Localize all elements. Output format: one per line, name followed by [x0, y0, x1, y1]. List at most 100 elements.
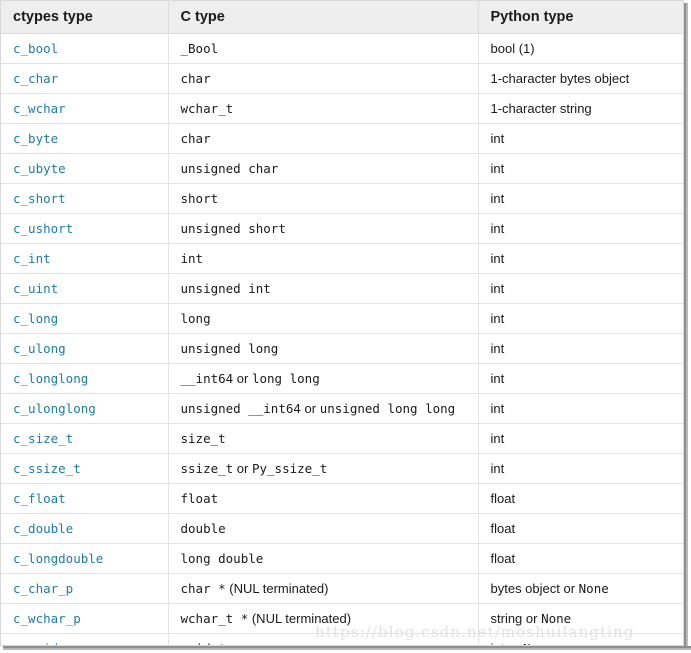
c-type-code-0: short: [180, 191, 219, 206]
table-row: c_double double float: [1, 513, 683, 544]
table-row: c_ulonglong unsigned __int64 or unsigned …: [1, 393, 683, 424]
cell-ctypes-type: c_wchar_p: [1, 603, 169, 634]
ctypes-type-link[interactable]: c_char_p: [13, 581, 73, 596]
ctypes-type-link[interactable]: c_ushort: [13, 221, 73, 236]
python-type-text-0: int: [490, 251, 505, 266]
ctypes-type-link[interactable]: c_ulonglong: [13, 401, 96, 416]
cell-c-type: long double: [168, 543, 479, 574]
cell-ctypes-type: c_byte: [1, 123, 169, 154]
c-type-code-0: _Bool: [180, 41, 219, 56]
c-type-code-0: long double: [180, 551, 264, 566]
ctypes-type-link[interactable]: c_char: [13, 71, 58, 86]
python-type-text-0: int: [490, 341, 505, 356]
cell-python-type: int: [478, 123, 683, 154]
ctypes-type-link[interactable]: c_ssize_t: [13, 461, 81, 476]
ctypes-type-link[interactable]: c_uint: [13, 281, 58, 296]
ctypes-type-link[interactable]: c_float: [13, 491, 66, 506]
cell-c-type: void *: [168, 633, 479, 645]
ctypes-type-link[interactable]: c_wchar_p: [13, 611, 81, 626]
table-row: c_longdouble long double float: [1, 543, 683, 574]
c-type-text-1: (NUL terminated): [248, 611, 352, 626]
c-type-code-0: double: [180, 521, 226, 536]
table-row: c_void_pvoid *int or None: [1, 633, 683, 645]
c-type-code-0: char *: [180, 581, 226, 596]
cell-c-type: unsigned short: [168, 213, 479, 244]
ctypes-type-link[interactable]: c_wchar: [13, 101, 66, 116]
python-type-text-0: float: [490, 551, 516, 566]
cell-ctypes-type: c_short: [1, 183, 169, 214]
python-type-text-0: string or: [490, 611, 542, 626]
ctypes-type-link[interactable]: c_ulong: [13, 341, 66, 356]
c-type-code-0: char: [180, 131, 211, 146]
table-row: c_byte char int: [1, 123, 683, 154]
cell-c-type: _Bool: [168, 33, 479, 64]
table-row: c_ulong unsigned long int: [1, 333, 683, 364]
c-type-code-0: wchar_t *: [180, 611, 249, 626]
c-type-code-2: Py_ssize_t: [251, 461, 328, 476]
ctypes-type-link[interactable]: c_short: [13, 191, 66, 206]
ctypes-type-link[interactable]: c_double: [13, 521, 73, 536]
c-type-code-0: char: [180, 71, 211, 86]
cell-ctypes-type: c_char_p: [1, 573, 169, 604]
python-type-text-0: 1-character string: [490, 101, 592, 116]
cell-python-type: 1-character string: [478, 93, 683, 124]
cell-ctypes-type: c_ssize_t: [1, 453, 169, 484]
frame-shadow-right: [684, 3, 691, 653]
ctypes-type-link[interactable]: c_longdouble: [13, 551, 103, 566]
ctypes-type-link[interactable]: c_byte: [13, 131, 58, 146]
python-type-text-0: 1-character bytes object: [490, 71, 630, 86]
table-header: ctypes type C type Python type: [1, 1, 683, 34]
cell-python-type: int: [478, 153, 683, 184]
python-type-text-0: float: [490, 521, 516, 536]
cell-ctypes-type: c_ulong: [1, 333, 169, 364]
cell-c-type: wchar_t * (NUL terminated): [168, 603, 479, 634]
c-type-code-0: unsigned int: [180, 281, 271, 296]
c-type-code-0: wchar_t: [180, 101, 234, 116]
ctypes-type-link[interactable]: c_long: [13, 311, 58, 326]
ctypes-type-link[interactable]: c_int: [13, 251, 51, 266]
table-row: c_char char 1-character bytes object: [1, 63, 683, 94]
python-type-text-0: int: [490, 281, 505, 296]
table-row: c_bool _Bool bool (1): [1, 33, 683, 64]
cell-python-type: bool (1): [478, 33, 683, 64]
table-row: c_int int int: [1, 243, 683, 274]
table-header-row: ctypes type C type Python type: [1, 1, 683, 34]
cell-ctypes-type: c_long: [1, 303, 169, 334]
column-header-python-type: Python type: [478, 1, 683, 34]
c-type-code-0: unsigned long: [180, 341, 279, 356]
cell-c-type: char: [168, 123, 479, 154]
c-type-code-0: unsigned short: [180, 221, 286, 236]
c-type-code-2: long long: [251, 371, 320, 386]
ctypes-type-table-container: ctypes type C type Python type c_bool _Bo…: [0, 0, 691, 653]
ctypes-type-link[interactable]: c_longlong: [13, 371, 88, 386]
table-row: c_ushort unsigned short int: [1, 213, 683, 244]
c-type-code-0: size_t: [180, 431, 226, 446]
table-row: c_float float float: [1, 483, 683, 514]
cell-c-type: float: [168, 483, 479, 514]
cell-python-type: int: [478, 393, 683, 424]
cell-python-type: int: [478, 273, 683, 304]
cell-c-type: double: [168, 513, 479, 544]
python-type-text-0: int: [490, 221, 505, 236]
cell-c-type: __int64 or long long: [168, 363, 479, 394]
ctypes-type-link[interactable]: c_bool: [13, 41, 58, 56]
table-frame: ctypes type C type Python type c_bool _Bo…: [0, 0, 684, 646]
c-type-code-0: long: [180, 311, 211, 326]
ctypes-type-link[interactable]: c_ubyte: [13, 161, 66, 176]
cell-c-type: size_t: [168, 423, 479, 454]
cell-ctypes-type: c_longlong: [1, 363, 169, 394]
cell-python-type: float: [478, 513, 683, 544]
cell-python-type: int: [478, 243, 683, 274]
column-header-c-type: C type: [168, 1, 479, 34]
cell-ctypes-type: c_double: [1, 513, 169, 544]
c-type-code-0: int: [180, 251, 204, 266]
column-header-ctypes-type: ctypes type: [1, 1, 169, 34]
cell-ctypes-type: c_float: [1, 483, 169, 514]
cell-ctypes-type: c_size_t: [1, 423, 169, 454]
cell-c-type: unsigned __int64 or unsigned long long: [168, 393, 479, 424]
ctypes-type-table: ctypes type C type Python type c_bool _Bo…: [1, 1, 683, 645]
c-type-text-1: or: [233, 461, 252, 476]
ctypes-type-link[interactable]: c_size_t: [13, 431, 73, 446]
python-type-text-0: int: [490, 311, 505, 326]
c-type-code-0: float: [180, 491, 219, 506]
